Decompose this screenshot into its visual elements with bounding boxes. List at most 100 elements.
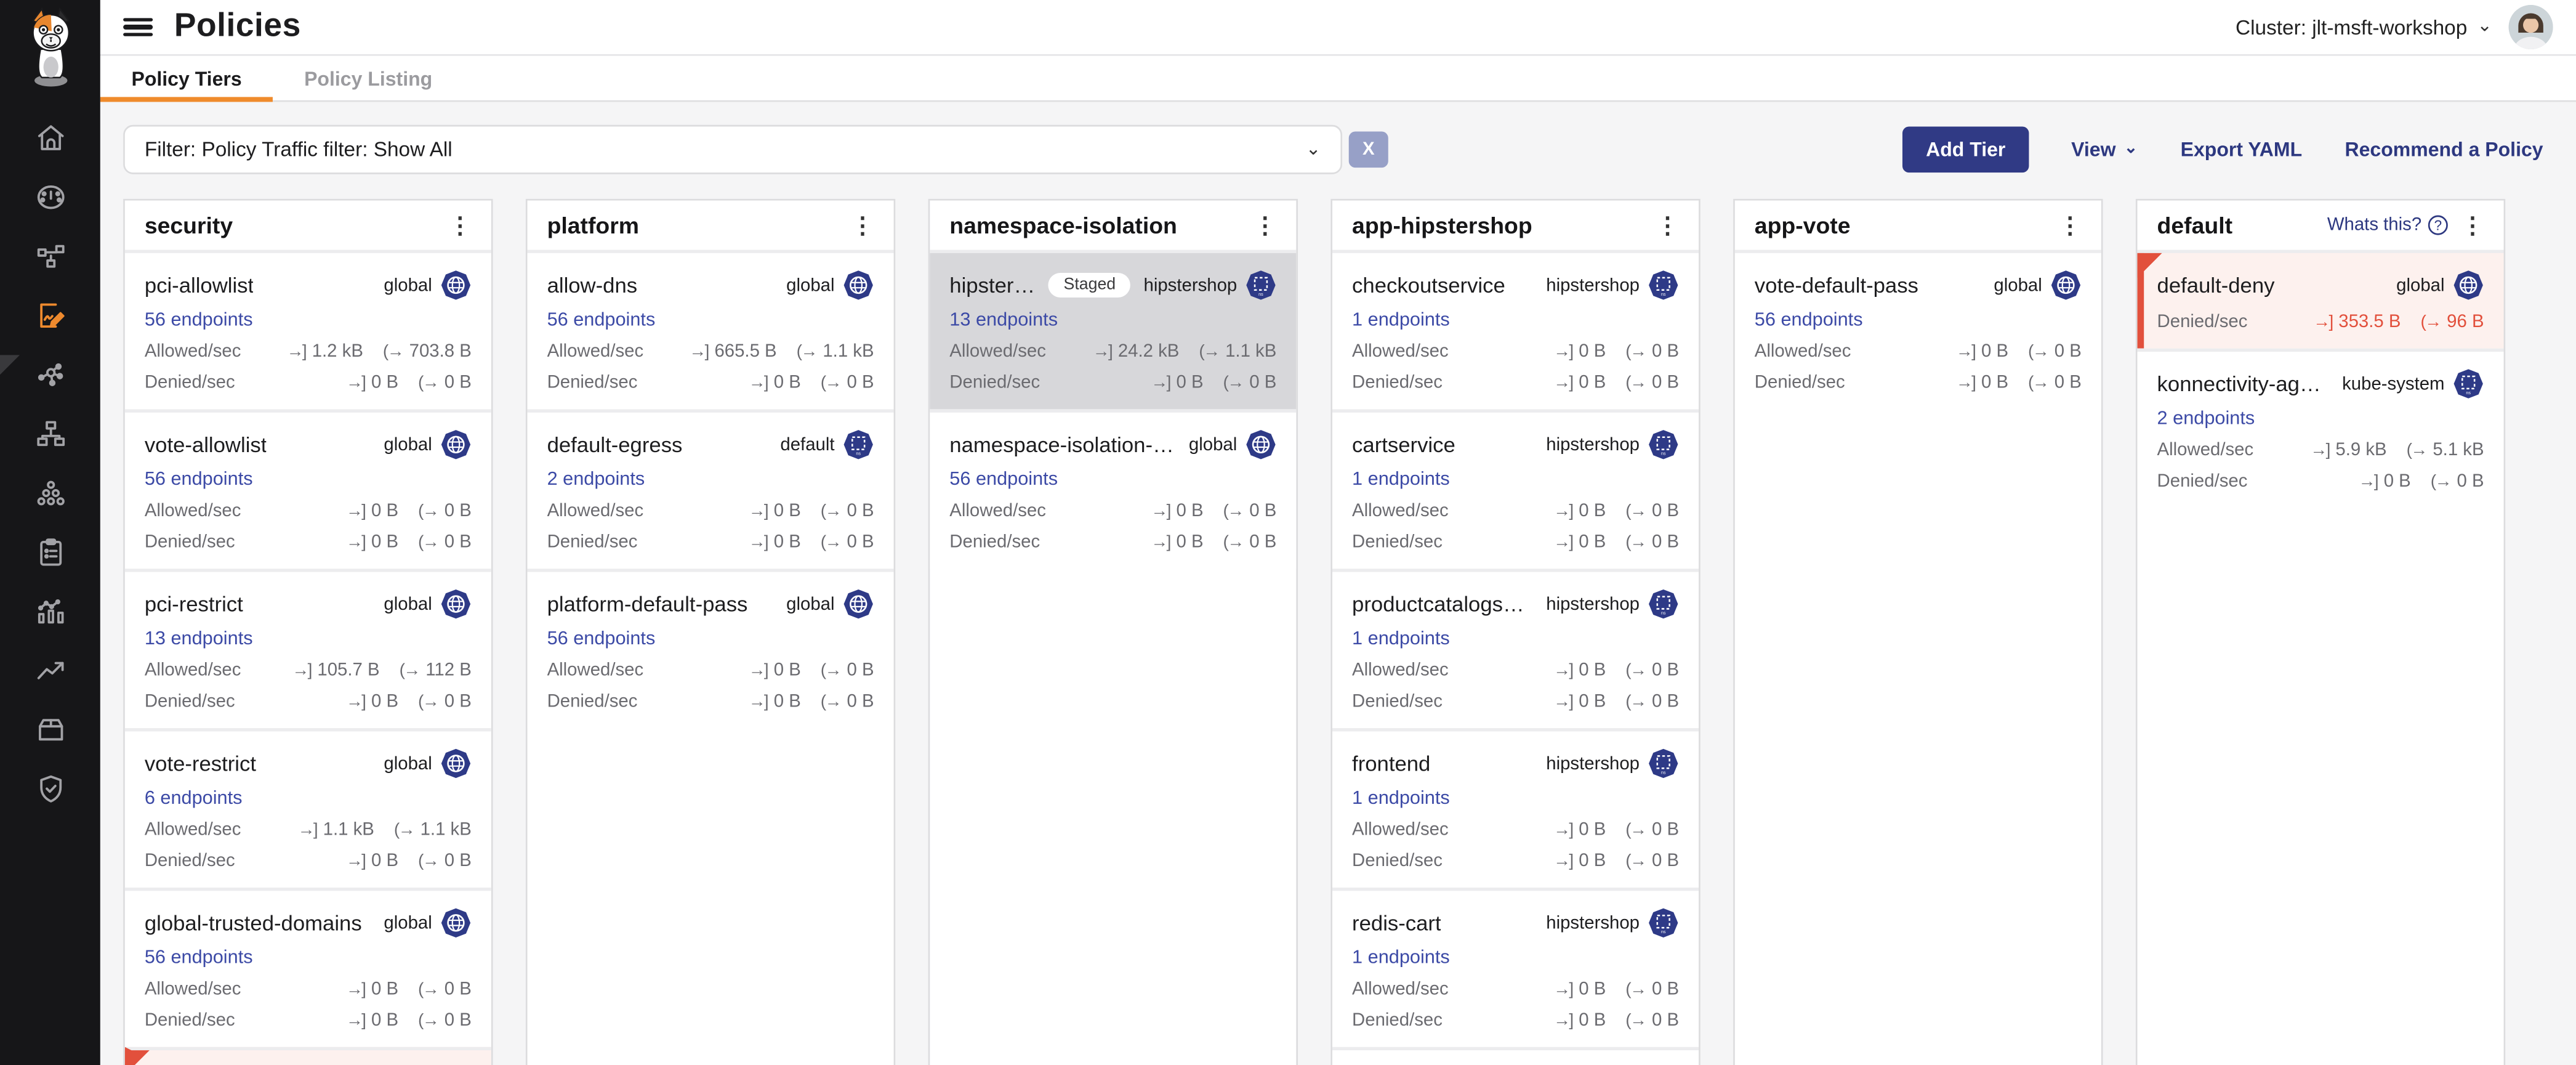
tab-policy-listing[interactable]: Policy Listing xyxy=(273,56,464,100)
denied-per-sec-row: Denied/sec →]0 B (→0 B xyxy=(1352,851,1679,871)
tier-menu-icon[interactable]: ⋮ xyxy=(1254,214,1276,237)
ingress-icon: →] xyxy=(1553,820,1572,840)
ingress-value: 0 B xyxy=(1579,533,1606,553)
policy-scope-label: global xyxy=(384,913,432,933)
sidebar-item-service-graph[interactable] xyxy=(0,227,100,286)
sidebar-item-compliance[interactable] xyxy=(0,523,100,582)
sidebar-item-trends[interactable] xyxy=(0,641,100,700)
tier-menu-icon[interactable]: ⋮ xyxy=(851,214,874,237)
endpoints-link[interactable]: 56 endpoints xyxy=(547,630,874,649)
endpoints-link[interactable]: 56 endpoints xyxy=(145,310,472,330)
sidebar-item-statistics[interactable] xyxy=(0,582,100,641)
egress-icon: (→ xyxy=(418,1011,438,1031)
ingress-icon: →] xyxy=(1553,501,1572,521)
endpoints-link[interactable]: 1 endpoints xyxy=(1352,630,1679,649)
endpoints-link[interactable]: 2 endpoints xyxy=(2157,409,2484,429)
policy-card-hipstershop-gh[interactable]: hipstershop-gh…Stagedhipstershopns13 end… xyxy=(930,253,1296,409)
egress-value: 0 B xyxy=(445,533,472,553)
sidebar-item-clusters[interactable] xyxy=(0,463,100,522)
svg-text:ns: ns xyxy=(1661,452,1666,456)
policy-card-global-trusted-domains[interactable]: global-trusted-domainsglobal56 endpoints… xyxy=(125,888,491,1047)
policy-card-default-egress[interactable]: default-egressdefaultns2 endpoints Allow… xyxy=(528,409,894,569)
policy-card-default-deny[interactable]: default-denyglobal Denied/sec →]353.5 B … xyxy=(2138,253,2504,349)
policy-card-checkoutservice[interactable]: checkoutservicehipstershopns1 endpoints … xyxy=(1332,253,1699,409)
ingress-icon: →] xyxy=(298,820,316,840)
export-yaml-button[interactable]: Export YAML xyxy=(2181,138,2303,161)
tier-menu-icon[interactable]: ⋮ xyxy=(2058,214,2081,237)
endpoints-link[interactable]: 13 endpoints xyxy=(145,630,472,649)
policy-card-vote-allowlist[interactable]: vote-allowlistglobal56 endpoints Allowed… xyxy=(125,409,491,569)
egress-icon: (→ xyxy=(1625,820,1645,840)
ingress-icon: →] xyxy=(2359,472,2377,492)
policy-card-allow-dns[interactable]: allow-dnsglobal56 endpoints Allowed/sec … xyxy=(528,253,894,409)
ingress-icon: →] xyxy=(346,501,364,521)
tab-policy-tiers[interactable]: Policy Tiers xyxy=(100,56,273,100)
policy-card-cartservice[interactable]: cartservicehipstershopns1 endpoints Allo… xyxy=(1332,409,1699,569)
policy-card-productcatalogservice[interactable]: productcatalogservicehipstershopns1 endp… xyxy=(1332,569,1699,728)
egress-icon: (→ xyxy=(821,533,840,553)
endpoints-link[interactable]: 56 endpoints xyxy=(145,949,472,968)
policy-card-namespace-isolation-default-p[interactable]: namespace-isolation-default-p…global56 e… xyxy=(930,409,1296,569)
endpoints-link[interactable]: 1 endpoints xyxy=(1352,310,1679,330)
egress-icon: (→ xyxy=(1625,692,1645,711)
policy-card-platform-default-pass[interactable]: platform-default-passglobal56 endpoints … xyxy=(528,569,894,728)
policy-card-konnectivity-agent[interactable]: konnectivity-agentkube-systemns2 endpoin… xyxy=(2138,349,2504,508)
policy-card-frontend[interactable]: frontendhipstershopns1 endpoints Allowed… xyxy=(1332,728,1699,888)
menu-icon[interactable] xyxy=(123,17,153,37)
endpoints-link[interactable]: 6 endpoints xyxy=(145,789,472,809)
egress-value: 0 B xyxy=(445,979,472,999)
metric-label: Allowed/sec xyxy=(1352,342,1449,362)
policy-card-pci-allowlist[interactable]: pci-allowlistglobal56 endpoints Allowed/… xyxy=(125,253,491,409)
add-tier-button[interactable]: Add Tier xyxy=(1903,126,2029,172)
policy-scope-label: global xyxy=(1994,275,2042,295)
policies-icon xyxy=(34,299,66,332)
ingress-value: 105.7 B xyxy=(317,661,379,681)
sidebar-item-tree-map[interactable] xyxy=(0,404,100,463)
ingress-icon: →] xyxy=(346,533,364,553)
ingress-value: 1.2 kB xyxy=(312,342,363,362)
user-avatar[interactable] xyxy=(2509,5,2553,49)
question-circle-icon: ? xyxy=(2428,216,2448,235)
endpoints-link[interactable]: 13 endpoints xyxy=(949,310,1276,330)
sidebar-item-policies[interactable] xyxy=(0,286,100,345)
cluster-label: Cluster: jlt-msft-workshop xyxy=(2236,15,2467,38)
policy-card-vote-restrict[interactable]: vote-restrictglobal6 endpoints Allowed/s… xyxy=(125,728,491,888)
endpoints-link[interactable]: 56 endpoints xyxy=(547,310,874,330)
calico-cat-logo[interactable] xyxy=(0,0,100,95)
sidebar-item-dashboard[interactable] xyxy=(0,168,100,227)
metric-label: Allowed/sec xyxy=(547,342,644,362)
policy-card-emailservice[interactable]: emailservicehipstershopns1 endpoints All… xyxy=(1332,1047,1699,1065)
ingress-value: 353.5 B xyxy=(2338,312,2401,332)
cluster-selector[interactable]: Cluster: jlt-msft-workshop ⌄ xyxy=(2236,15,2492,38)
policy-filter-dropdown[interactable]: Filter: Policy Traffic filter: Show All … xyxy=(123,125,1342,174)
view-dropdown-button[interactable]: View ⌄ xyxy=(2071,138,2138,161)
endpoints-link[interactable]: 56 endpoints xyxy=(1755,310,2082,330)
endpoints-link[interactable]: 1 endpoints xyxy=(1352,949,1679,968)
sidebar-item-packages[interactable] xyxy=(0,700,100,759)
ingress-icon: →] xyxy=(1956,373,1974,393)
tier-column-default: default Whats this? ?⋮ default-denygloba… xyxy=(2136,199,2505,1065)
sidebar-item-threat-defense[interactable] xyxy=(0,759,100,819)
endpoints-link[interactable]: 1 endpoints xyxy=(1352,789,1679,809)
topbar: Policies Cluster: jlt-msft-workshop ⌄ xyxy=(100,0,2576,56)
clear-filter-button[interactable]: X xyxy=(1349,131,1388,168)
policy-card-vote-default-pass[interactable]: vote-default-passglobal56 endpoints Allo… xyxy=(1735,253,2101,409)
tier-menu-icon[interactable]: ⋮ xyxy=(448,214,471,237)
tier-menu-icon[interactable]: ⋮ xyxy=(2461,214,2484,237)
ingress-value: 0 B xyxy=(1579,692,1606,711)
endpoints-link[interactable]: 1 endpoints xyxy=(1352,470,1679,490)
whats-this-link[interactable]: Whats this? ? xyxy=(2327,216,2448,235)
policy-card-pci-restrict[interactable]: pci-restrictglobal13 endpoints Allowed/s… xyxy=(125,569,491,728)
recommend-policy-button[interactable]: Recommend a Policy xyxy=(2345,138,2543,161)
policy-card-redis-cart[interactable]: redis-carthipstershopns1 endpoints Allow… xyxy=(1332,888,1699,1047)
metric-label: Allowed/sec xyxy=(145,979,241,999)
tier-header: namespace-isolation ⋮ xyxy=(930,201,1296,253)
statistics-icon xyxy=(34,595,66,628)
endpoints-link[interactable]: 56 endpoints xyxy=(145,470,472,490)
endpoints-link[interactable]: 2 endpoints xyxy=(547,470,874,490)
policy-card-quarantine[interactable]: quarantineglobal0 endpoints xyxy=(125,1047,491,1065)
tier-menu-icon[interactable]: ⋮ xyxy=(1656,214,1679,237)
policy-name: frontend xyxy=(1352,751,1430,775)
endpoints-link[interactable]: 56 endpoints xyxy=(949,470,1276,490)
sidebar-item-home[interactable] xyxy=(0,108,100,168)
